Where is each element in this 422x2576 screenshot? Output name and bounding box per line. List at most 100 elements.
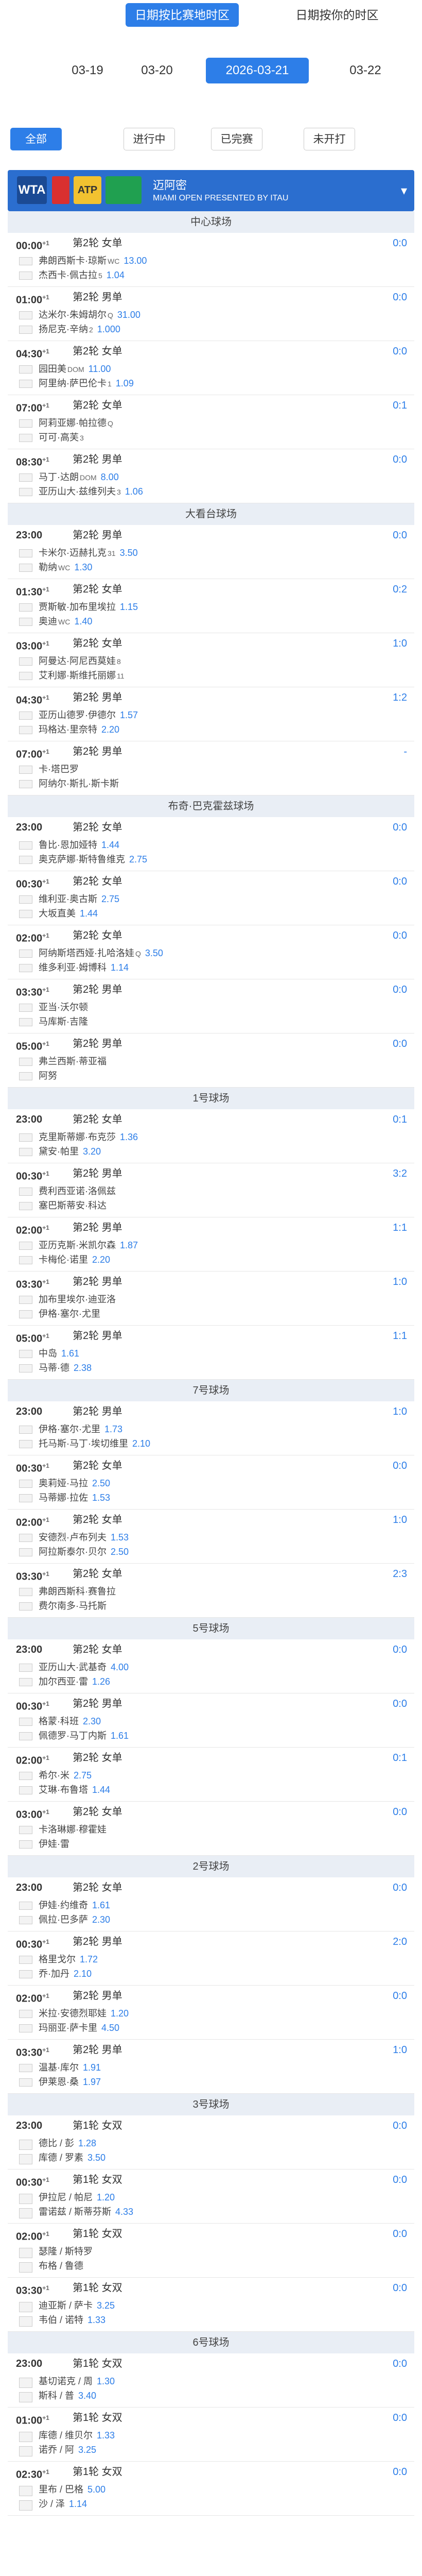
match-row[interactable]: 00:30+1 第2轮 男单 3:2 费利西亚诺·洛佩兹 塞巴斯蒂安·科达 (8, 1163, 414, 1217)
match-row[interactable]: 00:00+1 第2轮 女单 0:0 弗朗西斯卡·琼斯 WC 13.00 杰西卡·佩古拉 5 1… (8, 233, 414, 287)
team-row: 达米尔·朱姆胡尔 Q 31.00 (8, 308, 414, 322)
match-row[interactable]: 02:00+1 第2轮 男单 1:1 亚历克斯·米凯尔森 1.87 卡梅伦·诺里 2.20 (8, 1217, 414, 1272)
match-row[interactable]: 23:00 第2轮 女单 0:0 鲁比·恩加娅特 1.44 奥克萨娜·斯特鲁维克 2.75 (8, 817, 414, 871)
time-next-day: +1 (42, 1938, 49, 1945)
match-header: 23:00 第2轮 女单 0:0 (8, 817, 414, 838)
match-row[interactable]: 01:30+1 第2轮 女单 0:2 贾斯敏·加布里埃拉 1.15 奥迪 WC 1.40 (8, 579, 414, 633)
player-odds: 1.61 (61, 1348, 80, 1359)
team-row: 亚历山大·武基奇 4.00 (8, 1660, 414, 1674)
match-row[interactable]: 23:00 第2轮 女单 0:0 亚历山大·武基奇 4.00 加尔西亚·雷 1.26 (8, 1639, 414, 1693)
player-name: 卡洛琳娜·穆霍娃 (39, 1824, 107, 1835)
tz-local-button[interactable]: 日期按你的时区 (278, 3, 396, 27)
match-row[interactable]: 23:00 第2轮 男单 1:0 伊格·塞尔·尤里 1.73 托马斯·马丁·埃切维里 2.1… (8, 1401, 414, 1455)
match-row[interactable]: 08:30+1 第2轮 男单 0:0 马丁·达朗 DOM 8.00 亚历山大·兹维列夫 3 1.… (8, 449, 414, 503)
team-row: 黛安·帕里 3.20 (8, 1144, 414, 1159)
filter-live[interactable]: 进行中 (124, 128, 175, 150)
match-time: 23:00 (16, 2120, 43, 2131)
match-header: 03:30+1 第1轮 女双 0:0 (8, 2278, 414, 2298)
date-tab[interactable]: 03-19 (62, 58, 113, 83)
match-header: 01:30+1 第2轮 女单 0:2 (8, 579, 414, 600)
date-tab[interactable]: 03-20 (131, 58, 183, 83)
filter-finished[interactable]: 已完赛 (211, 128, 262, 150)
match-row[interactable]: 03:30+1 第2轮 男单 1:0 温基·库尔 1.91 伊莱恩·桑 1.97 (8, 2040, 414, 2094)
team-row: 马蒂娜·拉佐 1.53 (8, 1490, 414, 1505)
team-row: 阿拉斯泰尔·贝尔 2.50 (8, 1545, 414, 1559)
player-name: 奥克萨娜·斯特鲁维克 (39, 854, 125, 865)
match-row[interactable]: 02:30+1 第1轮 女双 0:0 里布 / 巴格 5.00 沙 / 泽 1.14 (8, 2462, 414, 2516)
match-row[interactable]: 03:00+1 第2轮 女单 0:0 卡洛琳娜·穆霍娃 伊娃·雷 (8, 1802, 414, 1856)
flag-icon (19, 1956, 32, 1964)
match-header: 04:30+1 第2轮 女单 0:0 (8, 341, 414, 362)
match-row[interactable]: 23:00 第2轮 女单 0:0 伊娃·约维奇 1.61 佩拉·巴多萨 2.30 (8, 1877, 414, 1931)
filter-all[interactable]: 全部 (10, 128, 62, 150)
player-odds: 3.40 (78, 2391, 97, 2401)
player-odds: 13.00 (124, 256, 147, 266)
match-row[interactable]: 03:00+1 第2轮 女单 1:0 阿曼达·阿尼西莫娃 8 艾利娜·斯维托丽娜 11 (8, 633, 414, 687)
match-row[interactable]: 02:00+1 第2轮 女单 1:0 安德烈·卢布列夫 1.53 阿拉斯泰尔·贝尔 2.50 (8, 1510, 414, 1564)
match-row[interactable]: 02:00+1 第1轮 女双 0:0 瑟隆 / 斯特罗 布格 / 鲁德 (8, 2224, 414, 2278)
match-row[interactable]: 00:30+1 第2轮 女单 0:0 维利亚·奥古斯 2.75 大坂直美 1.44 (8, 871, 414, 925)
match-time: 01:00+1 (16, 2414, 49, 2427)
flag-icon (19, 910, 32, 918)
date-tab-selected[interactable]: 2026-03-21 (206, 58, 309, 83)
match-round: 第2轮 女单 (73, 1644, 122, 1655)
tz-venue-button[interactable]: 日期按比赛地时区 (126, 3, 239, 27)
player-name: 托马斯·马丁·埃切维里 (39, 1438, 128, 1449)
player-odds: 1.44 (101, 840, 120, 850)
match-row[interactable]: 23:00 第1轮 女双 0:0 基切诺克 / 周 1.30 斯科 / 普 3.40 (8, 2353, 414, 2408)
match-time: 02:00+1 (16, 1992, 49, 2005)
match-score: 0:0 (393, 2358, 407, 2369)
player-seed: 3 (80, 434, 84, 442)
player-odds: 1.72 (80, 1954, 98, 1964)
match-row[interactable]: 01:00+1 第2轮 男单 0:0 达米尔·朱姆胡尔 Q 31.00 扬尼克·辛纳 2 1.0… (8, 287, 414, 341)
player-seed: DOM (67, 365, 84, 374)
date-tab[interactable]: 03-22 (340, 58, 391, 83)
match-row[interactable]: 00:30+1 第2轮 女单 0:0 奥莉娅·马拉 2.50 马蒂娜·拉佐 1.53 (8, 1455, 414, 1510)
chevron-down-icon[interactable]: ▾ (401, 183, 407, 198)
match-row[interactable]: 04:30+1 第2轮 女单 0:0 园田美 DOM 11.00 阿里纳·萨巴伦卡 1 1.09 (8, 341, 414, 395)
player-name: 玛格达·里奈特 (39, 724, 97, 735)
match-round: 第1轮 女双 (73, 2466, 122, 2478)
match-row[interactable]: 03:30+1 第2轮 女单 2:3 弗朗西斯科·赛鲁拉 费尔南多·马托斯 (8, 1564, 414, 1618)
match-row[interactable]: 03:30+1 第1轮 女双 0:0 迪亚斯 / 萨卡 3.25 韦伯 / 诺特 1.33 (8, 2278, 414, 2332)
time-next-day: +1 (42, 748, 49, 755)
match-row[interactable]: 07:00+1 第2轮 男单 - 卡·塔巴罗 阿纳尔·斯扎·斯卡斯 (8, 741, 414, 795)
flag-icon (19, 473, 32, 482)
match-row[interactable]: 00:30+1 第2轮 男单 2:0 格里戈尔 1.72 乔·加丹 2.10 (8, 1931, 414, 1986)
player-name: 里布 / 巴格 (39, 2484, 84, 2495)
match-row[interactable]: 03:30+1 第2轮 男单 1:0 加布里埃尔·迪亚洛 伊格·塞尔·尤里 (8, 1272, 414, 1326)
flag-icon (19, 1188, 32, 1196)
match-row[interactable]: 00:30+1 第1轮 女双 0:0 伊拉尼 / 帕尼 1.20 雷诺兹 / 斯蒂芬斯 4.… (8, 2170, 414, 2224)
match-row[interactable]: 23:00 第1轮 女双 0:0 德比 / 彭 1.28 库德 / 罗素 3.50 (8, 2115, 414, 2170)
player-name: 维利亚·奥古斯 (39, 894, 97, 904)
match-score: 0:0 (393, 1038, 407, 1049)
match-row[interactable]: 07:00+1 第2轮 女单 0:1 阿莉亚娜·帕拉德 Q 可可·高芙 3 (8, 395, 414, 449)
match-row[interactable]: 01:00+1 第1轮 女双 0:0 库德 / 维贝尔 1.33 诺乔 / 阿 3.25 (8, 2408, 414, 2462)
wta-logo: WTA (17, 176, 47, 204)
match-round: 第2轮 男单 (73, 1330, 122, 1342)
match-row[interactable]: 05:00+1 第2轮 男单 0:0 弗兰西斯·蒂亚福 阿努 (8, 1033, 414, 1088)
match-score: 0:0 (393, 930, 407, 941)
match-row[interactable]: 00:30+1 第2轮 男单 0:0 格蒙·科班 2.30 佩德罗·马丁内斯 1.61 (8, 1693, 414, 1748)
match-row[interactable]: 23:00 第2轮 男单 0:0 卡米尔·迈赫扎克 31 3.50 勒纳 WC 1.30 (8, 525, 414, 579)
match-row[interactable]: 02:00+1 第2轮 女单 0:0 阿纳斯塔西娅·扎哈洛娃 Q 3.50 维多利亚·姆博科… (8, 925, 414, 979)
match-row[interactable]: 23:00 第2轮 女单 0:1 克里斯蒂娜·布克莎 1.36 黛安·帕里 3.20 (8, 1109, 414, 1163)
player-name: 德比 / 彭 (39, 2138, 75, 2148)
tournament-banner[interactable]: WTA ATP 迈阿密 MIAMI OPEN PRESENTED BY ITAU… (8, 170, 414, 211)
match-row[interactable]: 02:00+1 第2轮 女单 0:1 希尔·米 2.75 艾琳·布鲁塔 1.44 (8, 1748, 414, 1802)
court-header: 2号球场 (8, 1856, 414, 1877)
flag-icon (19, 1480, 32, 1488)
filter-upcoming[interactable]: 未开打 (304, 128, 355, 150)
player-odds: 1.14 (111, 962, 129, 973)
match-row[interactable]: 02:00+1 第2轮 男单 0:0 米拉·安德烈耶娃 1.20 玛丽亚·萨卡里 4.50 (8, 1986, 414, 2040)
flag-icon (19, 841, 32, 850)
team-row: 诺乔 / 阿 3.25 (8, 2443, 414, 2457)
player-name: 乔·加丹 (39, 1969, 69, 1979)
match-row[interactable]: 05:00+1 第2轮 男单 1:1 中岛 1.61 马蒂·德 2.38 (8, 1326, 414, 1380)
match-row[interactable]: 03:30+1 第2轮 男单 0:0 亚当·沃尔顿 马库斯·吉隆 (8, 979, 414, 1033)
court-header: 大看台球场 (8, 503, 414, 525)
match-row[interactable]: 04:30+1 第2轮 男单 1:2 亚历山德罗·伊德尔 1.57 玛格达·里奈特 2.20 (8, 687, 414, 741)
match-header: 23:00 第1轮 女双 0:0 (8, 2353, 414, 2374)
